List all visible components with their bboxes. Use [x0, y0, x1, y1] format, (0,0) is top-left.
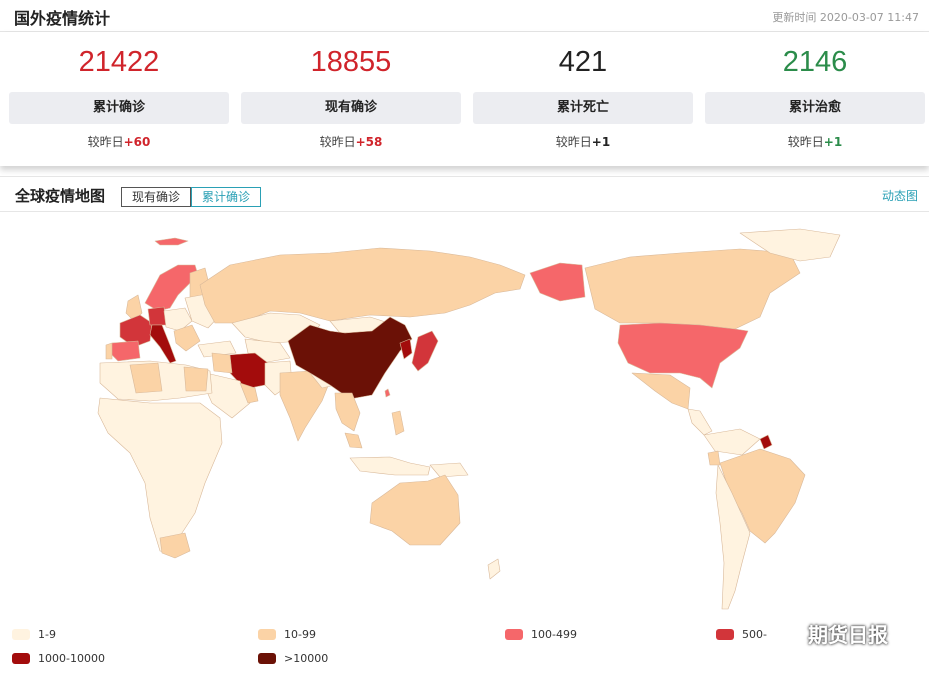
map-header: 全球疫情地图 现有确诊 累计确诊 动态图 [0, 176, 929, 212]
legend-item-over-10000: >10000 [258, 652, 328, 665]
legend-item-1-9: 1-9 [12, 628, 56, 641]
country-iraq[interactable] [211, 352, 233, 374]
country-malaysia[interactable] [344, 432, 363, 449]
watermark: 期货日报 [776, 619, 916, 647]
country-colombia-venezuela[interactable] [703, 428, 761, 456]
country-philippines[interactable] [391, 410, 405, 436]
legend-swatch [258, 629, 276, 640]
legend-swatch [716, 629, 734, 640]
country-central-america[interactable] [687, 408, 713, 436]
legend-label: 1000-10000 [38, 652, 105, 665]
map-mode-toggle: 现有确诊 累计确诊 [121, 187, 262, 207]
page-title: 国外疫情统计 [14, 9, 111, 28]
delta-prefix: 较昨日 [87, 135, 124, 149]
legend-item-500: 500- [716, 628, 767, 641]
wechat-icon [776, 623, 801, 643]
country-french-guiana[interactable] [759, 434, 773, 450]
tab-cumulative-confirmed[interactable]: 累计确诊 [191, 187, 262, 207]
country-indochina[interactable] [334, 392, 361, 432]
stat-number: 421 [558, 46, 608, 78]
world-map [97, 228, 841, 610]
legend-item-1000-10000: 1000-10000 [12, 652, 105, 665]
stat-number: 18855 [310, 46, 392, 78]
stat-label: 累计确诊 [9, 92, 229, 124]
legend-item-100-499: 100-499 [505, 628, 577, 641]
country-iceland[interactable] [154, 237, 189, 246]
country-usa[interactable] [617, 322, 749, 389]
stat-number: 2146 [782, 46, 848, 78]
delta-value: +1 [823, 135, 843, 149]
delta-prefix: 较昨日 [787, 135, 824, 149]
legend-label: 1-9 [38, 628, 56, 641]
country-taiwan[interactable] [384, 388, 391, 398]
delta-prefix: 较昨日 [555, 135, 592, 149]
update-time: 更新时间 2020-03-07 11:47 [772, 11, 919, 24]
country-spain[interactable] [109, 340, 141, 362]
country-australia[interactable] [369, 474, 461, 546]
country-algeria[interactable] [129, 362, 163, 394]
country-italy[interactable] [149, 324, 177, 364]
legend-label: 100-499 [531, 628, 577, 641]
legend-swatch [12, 653, 30, 664]
stat-cumulative-recovered: 2146 累计治愈 较昨日+1 [705, 32, 925, 166]
stat-number: 21422 [78, 46, 160, 78]
stats-panel: 21422 累计确诊 较昨日+60 18855 现有确诊 较昨日+58 421 … [0, 32, 929, 166]
country-indonesia[interactable] [349, 456, 431, 476]
watermark-text: 期货日报 [808, 622, 888, 647]
legend-label: 500- [742, 628, 767, 641]
legend-label: >10000 [284, 652, 329, 665]
country-japan[interactable] [411, 330, 439, 372]
country-new-zealand[interactable] [487, 558, 501, 580]
stat-delta: 较昨日+58 [241, 133, 461, 150]
delta-value: +58 [355, 135, 383, 149]
map-title: 全球疫情地图 [15, 187, 106, 205]
country-korea[interactable] [399, 338, 413, 360]
country-ecuador[interactable] [707, 450, 721, 466]
tab-current-confirmed[interactable]: 现有确诊 [121, 187, 192, 207]
stat-delta: 较昨日+1 [473, 133, 693, 150]
legend-label: 10-99 [284, 628, 316, 641]
delta-prefix: 较昨日 [319, 135, 356, 149]
stat-current-confirmed: 18855 现有确诊 较昨日+58 [241, 32, 461, 166]
country-mexico[interactable] [631, 372, 691, 410]
country-canada[interactable] [584, 248, 801, 330]
country-png[interactable] [429, 462, 469, 478]
country-portugal[interactable] [105, 342, 113, 360]
stat-delta: 较昨日+1 [705, 133, 925, 150]
legend-swatch [258, 653, 276, 664]
stat-label: 累计死亡 [473, 92, 693, 124]
stat-cumulative-confirmed: 21422 累计确诊 较昨日+60 [9, 32, 229, 166]
country-alaska[interactable] [529, 262, 586, 302]
stat-cumulative-deaths: 421 累计死亡 较昨日+1 [473, 32, 693, 166]
stat-label: 现有确诊 [241, 92, 461, 124]
stat-label: 累计治愈 [705, 92, 925, 124]
legend-swatch [505, 629, 523, 640]
legend-item-10-99: 10-99 [258, 628, 316, 641]
stat-delta: 较昨日+60 [9, 133, 229, 150]
country-germany[interactable] [147, 306, 167, 326]
top-bar: 国外疫情统计 更新时间 2020-03-07 11:47 [0, 0, 929, 32]
country-russia[interactable] [199, 247, 526, 324]
country-egypt[interactable] [183, 366, 209, 392]
dynamic-map-link[interactable]: 动态图 [882, 187, 918, 204]
delta-value: +1 [591, 135, 611, 149]
delta-value: +60 [123, 135, 151, 149]
legend-swatch [12, 629, 30, 640]
country-west-central-africa[interactable] [97, 397, 223, 554]
